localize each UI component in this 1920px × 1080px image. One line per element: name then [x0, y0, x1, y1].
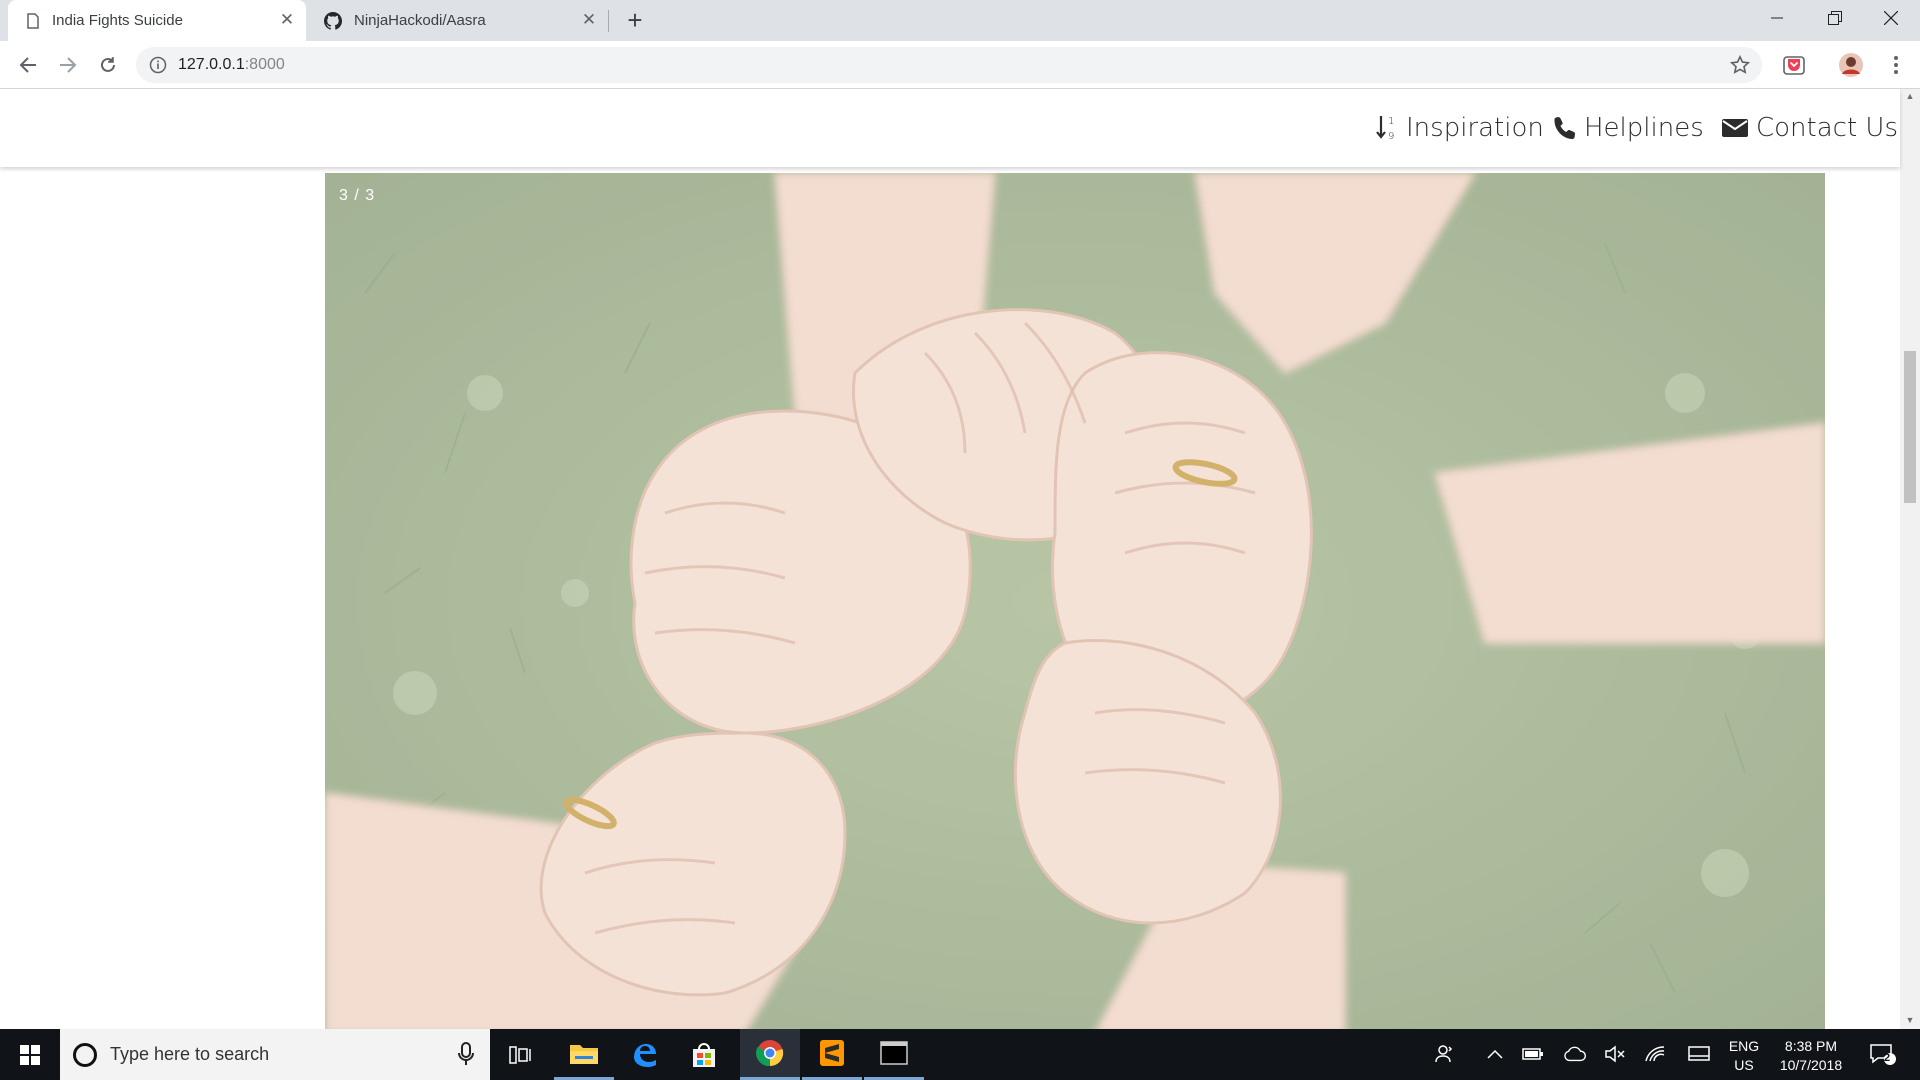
- pocket-extension-icon[interactable]: [1781, 52, 1807, 78]
- close-tab-icon[interactable]: ✕: [580, 10, 598, 29]
- sublime-text-button[interactable]: [802, 1029, 862, 1080]
- page-scrollbar[interactable]: ▲ ▼: [1900, 89, 1920, 1029]
- url-host: 127.0.0.1: [178, 56, 245, 73]
- nav-helplines[interactable]: Helplines: [1554, 111, 1704, 145]
- action-center-icon[interactable]: 2: [1868, 1043, 1898, 1065]
- nav-contact-us[interactable]: Contact Us: [1722, 111, 1898, 145]
- nav-label: Contact Us: [1756, 113, 1898, 143]
- terminal-icon: [880, 1041, 908, 1065]
- chrome-icon: [756, 1040, 784, 1067]
- minimize-icon: [1771, 17, 1783, 19]
- github-icon: [324, 11, 342, 30]
- info-icon[interactable]: [149, 56, 167, 74]
- minimize-button[interactable]: [1748, 0, 1806, 36]
- tab-title: NinjaHackodi/Aasra: [354, 12, 486, 29]
- svg-text:9: 9: [1388, 131, 1394, 142]
- envelope-icon: [1722, 119, 1748, 137]
- region-code: US: [1734, 1057, 1754, 1073]
- back-arrow-icon: [19, 57, 36, 73]
- people-icon[interactable]: [1434, 1043, 1456, 1065]
- windows-logo-icon: [20, 1044, 40, 1065]
- close-icon: [1884, 11, 1898, 25]
- battery-icon[interactable]: [1522, 1043, 1544, 1065]
- svg-text:1: 1: [1388, 116, 1394, 127]
- windows-taskbar: Type here to search ENG US 8:38 PM 10/7/…: [0, 1029, 1920, 1080]
- language-code: ENG: [1728, 1038, 1760, 1054]
- close-tab-icon[interactable]: ✕: [278, 10, 296, 29]
- onedrive-icon[interactable]: [1564, 1043, 1586, 1065]
- restore-icon: [1828, 11, 1842, 25]
- start-button[interactable]: [0, 1029, 60, 1080]
- tab-india-fights-suicide[interactable]: India Fights Suicide ✕: [8, 0, 306, 41]
- restore-button[interactable]: [1806, 0, 1864, 36]
- url-port: :8000: [244, 56, 285, 73]
- nav-label: Helplines: [1584, 113, 1704, 143]
- page-icon: [27, 12, 39, 29]
- wifi-icon[interactable]: [1644, 1043, 1666, 1065]
- nav-inspiration[interactable]: 1 9 Inspiration: [1376, 111, 1544, 145]
- file-explorer-button[interactable]: [554, 1029, 614, 1080]
- chevron-up-icon[interactable]: [1484, 1043, 1506, 1065]
- clock[interactable]: 8:38 PM 10/7/2018: [1768, 1037, 1854, 1075]
- notification-count: 2: [1884, 1052, 1891, 1064]
- tab-separator: [608, 10, 609, 32]
- task-view-button[interactable]: [490, 1029, 550, 1080]
- clock-date: 10/7/2018: [1779, 1057, 1843, 1073]
- search-placeholder: Type here to search: [110, 1044, 270, 1064]
- bookmark-star-icon[interactable]: [1730, 55, 1750, 75]
- image-slide[interactable]: 3 / 3: [325, 173, 1825, 1029]
- edge-icon: [634, 1043, 656, 1067]
- forward-arrow-icon: [60, 57, 77, 73]
- hands-photo: [325, 173, 1825, 1029]
- store-bag-icon: [693, 1042, 715, 1067]
- reload-icon: [101, 57, 115, 72]
- task-view-icon: [509, 1045, 531, 1064]
- taskbar-search-box[interactable]: Type here to search: [60, 1029, 490, 1080]
- close-window-button[interactable]: [1862, 0, 1920, 36]
- scroll-down-arrow-icon[interactable]: ▼: [1905, 1015, 1915, 1025]
- speaker-muted-icon[interactable]: [1604, 1043, 1626, 1065]
- display-icon[interactable]: [1688, 1043, 1710, 1065]
- address-bar[interactable]: 127.0.0.1:8000: [136, 47, 1762, 83]
- more-menu-icon[interactable]: [1883, 52, 1909, 78]
- terminal-button[interactable]: [864, 1029, 924, 1080]
- scroll-up-arrow-icon[interactable]: ▲: [1905, 91, 1915, 101]
- new-tab-button[interactable]: +: [622, 7, 648, 34]
- back-button[interactable]: [14, 51, 42, 79]
- forward-button[interactable]: [54, 51, 82, 79]
- edge-button[interactable]: [614, 1029, 674, 1080]
- tab-github-aasra[interactable]: NinjaHackodi/Aasra ✕: [314, 0, 608, 41]
- folder-icon: [570, 1045, 598, 1064]
- sublime-icon: [820, 1040, 844, 1066]
- clock-time: 8:38 PM: [1784, 1038, 1838, 1054]
- phone-icon: [1554, 117, 1576, 139]
- browser-toolbar: 127.0.0.1:8000: [0, 41, 1920, 89]
- reload-button[interactable]: [94, 51, 122, 79]
- url-text[interactable]: 127.0.0.1:8000: [178, 56, 285, 74]
- site-navbar: 1 9 Inspiration Helplines Contact Us: [0, 89, 1900, 167]
- sort-numeric-icon: 1 9: [1376, 116, 1394, 142]
- browser-tab-strip: India Fights Suicide ✕ NinjaHackodi/Aasr…: [0, 0, 1920, 41]
- language-indicator[interactable]: ENG US: [1724, 1037, 1764, 1075]
- profile-avatar[interactable]: [1838, 52, 1864, 78]
- nav-label: Inspiration: [1406, 113, 1544, 143]
- scroll-thumb[interactable]: [1904, 351, 1916, 503]
- cortana-icon: [73, 1043, 97, 1067]
- store-button[interactable]: [674, 1029, 734, 1080]
- microphone-icon[interactable]: [456, 1042, 476, 1066]
- chrome-button[interactable]: [740, 1029, 800, 1080]
- page-viewport: 1 9 Inspiration Helplines Contact Us 3 /…: [0, 89, 1920, 1029]
- slide-counter: 3 / 3: [339, 187, 376, 204]
- tab-title: India Fights Suicide: [52, 12, 183, 29]
